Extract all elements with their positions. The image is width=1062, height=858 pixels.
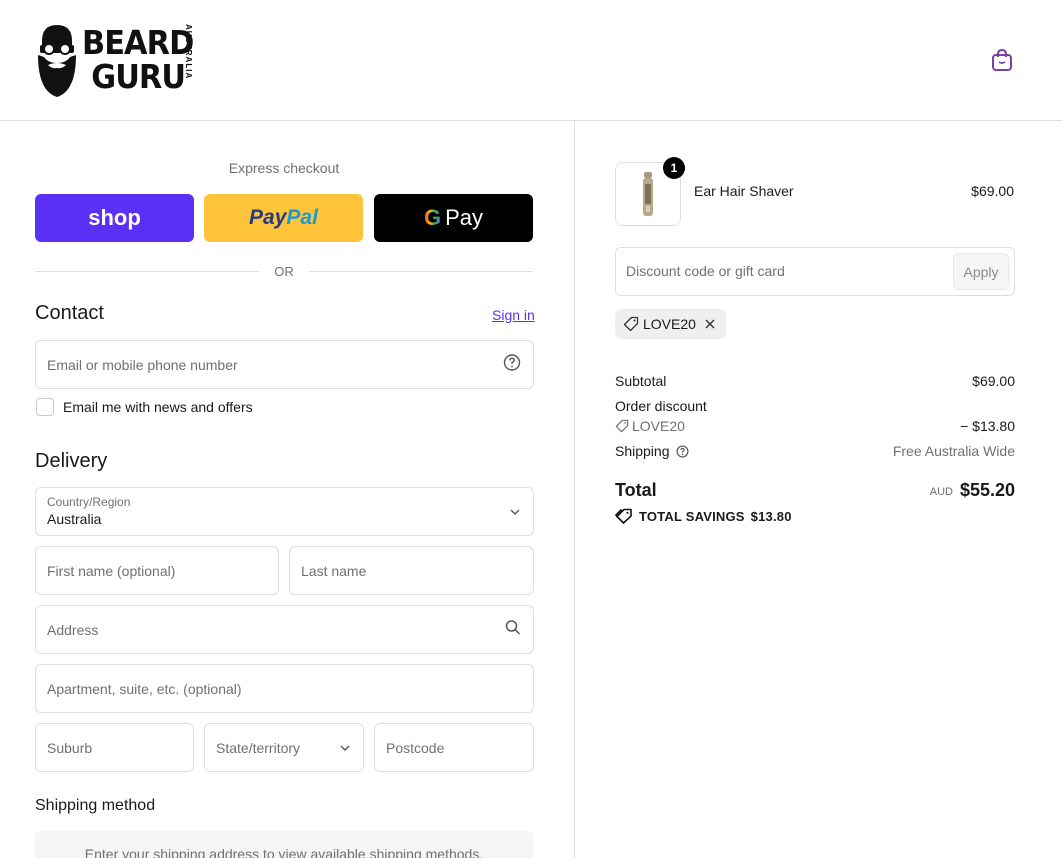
sign-in-link[interactable]: Sign in xyxy=(492,307,535,323)
total-row: Total AUD $55.20 xyxy=(615,480,1015,501)
help-icon[interactable] xyxy=(503,353,521,376)
apartment-placeholder: Apartment, suite, etc. (optional) xyxy=(47,680,242,697)
product-image xyxy=(643,172,653,216)
order-discount-label: Order discount xyxy=(615,398,707,414)
chevron-down-icon xyxy=(509,503,521,521)
discount-code-label: LOVE20 xyxy=(632,418,685,434)
product-name: Ear Hair Shaver xyxy=(694,183,794,199)
logo-line-1: BEARD xyxy=(82,23,194,62)
state-placeholder: State/territory xyxy=(216,739,301,756)
discount-value: − $13.80 xyxy=(960,418,1015,434)
column-divider xyxy=(574,121,575,858)
header: BEARD GURU AUSTRALIA xyxy=(0,0,1062,121)
or-line-left xyxy=(35,270,260,272)
express-checkout-label: Express checkout xyxy=(228,160,340,176)
total-label: Total xyxy=(615,480,657,500)
contact-title: Contact xyxy=(35,302,104,324)
suburb-placeholder: Suburb xyxy=(47,739,93,756)
beard-guru-logo[interactable]: BEARD GURU xyxy=(36,20,196,100)
applied-code-label: LOVE20 xyxy=(643,316,696,332)
discount-placeholder: Discount code or gift card xyxy=(626,263,785,279)
newsletter-row[interactable]: Email me with news and offers xyxy=(36,398,253,416)
country-select[interactable]: Country/Region Australia xyxy=(35,487,534,536)
newsletter-checkbox[interactable] xyxy=(36,398,54,416)
help-icon[interactable] xyxy=(676,445,689,458)
shipping-label-wrap: Shipping xyxy=(615,443,689,459)
shopping-bag-icon xyxy=(991,48,1013,77)
order-discount-row: Order discount xyxy=(615,398,1015,414)
suburb-field[interactable]: Suburb xyxy=(35,723,194,772)
postcode-field[interactable]: Postcode xyxy=(374,723,534,772)
apply-button[interactable]: Apply xyxy=(953,253,1009,290)
postcode-placeholder: Postcode xyxy=(386,739,445,756)
savings-label: TOTAL SAVINGS xyxy=(639,508,745,524)
shop-pay-label: shop xyxy=(88,205,141,230)
shipping-method-message: Enter your shipping address to view avai… xyxy=(84,846,484,858)
currency-code: AUD xyxy=(929,486,953,498)
total-value: $55.20 xyxy=(959,480,1015,500)
first-name-placeholder: First name (optional) xyxy=(47,562,176,579)
last-name-field[interactable]: Last name xyxy=(289,546,534,595)
or-separator: OR xyxy=(35,262,533,280)
discount-code-row: LOVE20 − $13.80 xyxy=(615,418,1015,436)
shipping-method-box: Enter your shipping address to view avai… xyxy=(35,831,533,858)
discount-code-field[interactable]: Discount code or gift card Apply xyxy=(615,247,1015,296)
google-pay-button[interactable]: G Pay xyxy=(374,194,533,242)
product-price: $69.00 xyxy=(971,183,1014,199)
shop-pay-button[interactable]: shop xyxy=(35,194,194,242)
email-field[interactable]: Email or mobile phone number xyxy=(35,340,534,389)
shipping-method-title: Shipping method xyxy=(35,797,156,814)
cart-button[interactable] xyxy=(980,40,1024,84)
newsletter-label: Email me with news and offers xyxy=(63,399,253,415)
subtotal-label: Subtotal xyxy=(615,373,667,389)
subtotal-row: Subtotal $69.00 xyxy=(615,373,1015,389)
or-line-right xyxy=(308,270,533,272)
country-label: Country/Region xyxy=(47,495,131,509)
search-icon xyxy=(505,619,521,640)
shipping-row: Shipping Free Australia Wide xyxy=(615,443,1015,459)
applied-discount-chip: LOVE20 xyxy=(615,309,726,339)
paypal-label-b: Pal xyxy=(286,206,318,229)
paypal-label-a: Pay xyxy=(249,206,287,229)
shipping-label: Shipping xyxy=(615,443,670,459)
google-g-icon: G xyxy=(423,205,442,230)
tag-icon xyxy=(615,419,629,433)
last-name-placeholder: Last name xyxy=(301,562,367,579)
chevron-down-icon xyxy=(339,739,351,757)
tag-icon xyxy=(623,316,639,332)
savings-tag-icon xyxy=(615,508,633,524)
email-placeholder: Email or mobile phone number xyxy=(47,356,238,373)
address-placeholder: Address xyxy=(47,621,99,638)
first-name-field[interactable]: First name (optional) xyxy=(35,546,279,595)
close-icon[interactable] xyxy=(704,318,716,330)
quantity-badge: 1 xyxy=(663,157,685,179)
country-value: Australia xyxy=(47,511,102,527)
total-savings: TOTAL SAVINGS $13.80 xyxy=(615,508,792,524)
logo-line-2: GURU xyxy=(91,57,186,96)
google-pay-label: Pay xyxy=(445,205,484,230)
state-select[interactable]: State/territory xyxy=(204,723,364,772)
bearded-man-icon xyxy=(36,21,78,99)
subtotal-value: $69.00 xyxy=(972,373,1015,389)
savings-value: $13.80 xyxy=(750,508,792,524)
delivery-title: Delivery xyxy=(35,450,108,472)
logo-country: AUSTRALIA xyxy=(184,24,193,80)
address-field[interactable]: Address xyxy=(35,605,534,654)
paypal-button[interactable]: Pay Pal xyxy=(204,194,363,242)
apartment-field[interactable]: Apartment, suite, etc. (optional) xyxy=(35,664,534,713)
shipping-value: Free Australia Wide xyxy=(892,443,1015,459)
discount-code-line: LOVE20 xyxy=(615,418,685,434)
or-label: OR xyxy=(274,263,294,279)
